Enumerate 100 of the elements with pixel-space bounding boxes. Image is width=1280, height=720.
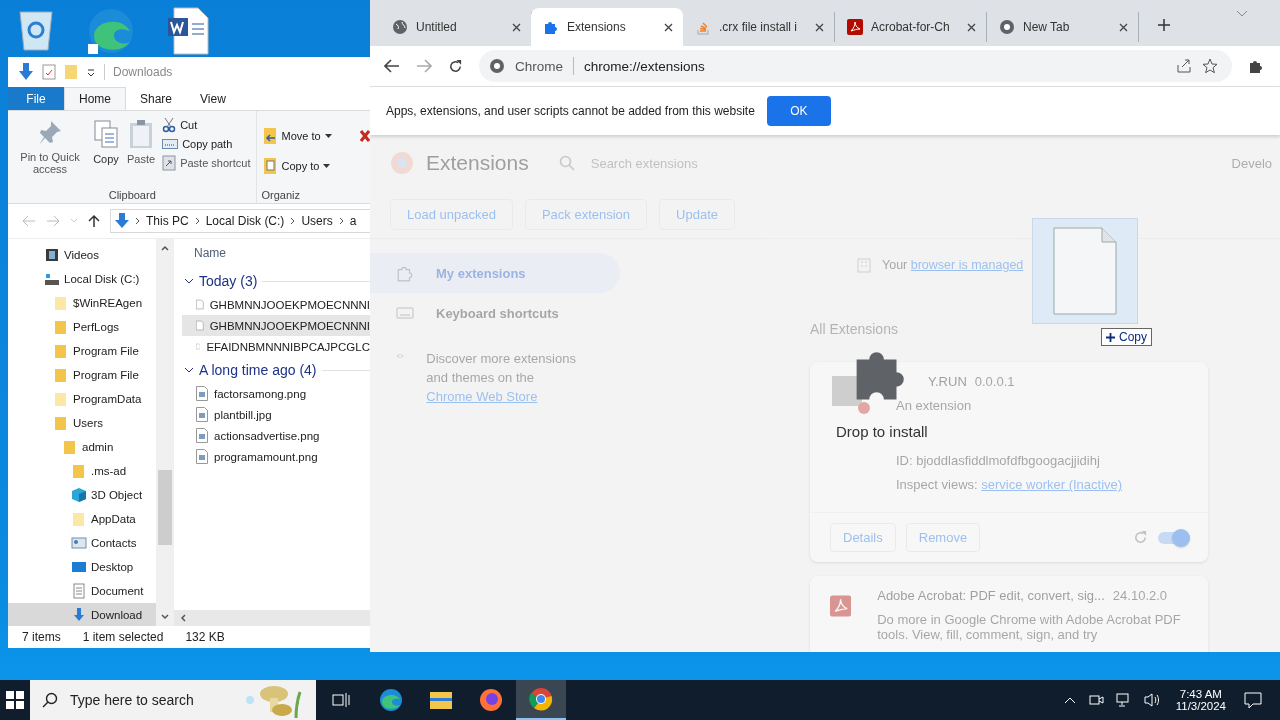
tree-item[interactable]: Program File bbox=[73, 369, 139, 381]
tree-item[interactable]: Program File bbox=[73, 345, 139, 357]
task-view-icon[interactable] bbox=[332, 692, 350, 708]
close-icon[interactable] bbox=[664, 22, 673, 32]
browser-tab[interactable]: New Tab bbox=[987, 12, 1139, 42]
new-tab-icon[interactable] bbox=[1157, 18, 1171, 32]
tree-item[interactable]: Desktop bbox=[91, 561, 134, 573]
star-icon[interactable] bbox=[1202, 58, 1218, 74]
ribbon-button[interactable]: Cut bbox=[160, 115, 253, 135]
chevron-down-icon[interactable] bbox=[184, 277, 194, 285]
browser-tab[interactable]: .crx file install i bbox=[683, 12, 835, 42]
address-bar[interactable]: Chrome chrome://extensions bbox=[479, 50, 1232, 82]
folder-icon[interactable] bbox=[429, 690, 453, 710]
file-item[interactable]: EFAIDNBMNNNIBPCAJPCGLC bbox=[182, 336, 370, 357]
puzzle-icon[interactable] bbox=[1248, 58, 1264, 74]
ok-button[interactable]: OK bbox=[766, 96, 831, 126]
chevron-right-icon[interactable] bbox=[290, 217, 296, 225]
chevron-up-icon[interactable] bbox=[1063, 696, 1076, 704]
file-icon bbox=[196, 318, 204, 333]
back-arrow-icon[interactable] bbox=[384, 59, 400, 73]
tree-item[interactable]: Videos bbox=[64, 249, 99, 261]
scrollbar[interactable] bbox=[156, 239, 173, 626]
chevron-right-icon[interactable] bbox=[194, 217, 200, 225]
scrollbar[interactable] bbox=[174, 610, 370, 626]
folder-icon bbox=[62, 439, 78, 455]
browser-tab[interactable]: Acrobat-for-Ch bbox=[835, 12, 987, 42]
item-count: 7 items bbox=[22, 630, 61, 644]
folder-icon bbox=[53, 367, 69, 383]
tree-item[interactable]: PerfLogs bbox=[73, 321, 120, 333]
tree-item[interactable]: Local Disk (C:) bbox=[64, 273, 140, 285]
tree-item[interactable]: 3D Object bbox=[91, 489, 143, 501]
breadcrumb-item[interactable]: This PC bbox=[146, 214, 189, 228]
tree-item[interactable]: ProgramData bbox=[73, 393, 142, 405]
tree-item[interactable]: admin bbox=[82, 441, 114, 453]
close-icon[interactable] bbox=[512, 22, 521, 32]
caret-icon[interactable] bbox=[86, 67, 96, 77]
delete-icon[interactable] bbox=[360, 129, 370, 143]
chevron-right-icon[interactable] bbox=[135, 217, 140, 225]
tree-item[interactable]: Download bbox=[91, 609, 143, 621]
tree-item[interactable]: $WinREAgen bbox=[73, 297, 143, 309]
column-header[interactable]: Name bbox=[182, 239, 370, 268]
scrollbar-thumb[interactable] bbox=[157, 470, 172, 545]
reload-icon[interactable] bbox=[448, 58, 463, 74]
scroll-left-icon[interactable] bbox=[180, 614, 186, 622]
download-icon[interactable] bbox=[18, 63, 34, 81]
chrome-icon[interactable] bbox=[529, 687, 553, 711]
desktop-icon bbox=[71, 559, 87, 575]
ribbon-button[interactable]: Copy path bbox=[160, 136, 253, 152]
chevron-down-icon[interactable] bbox=[184, 366, 194, 374]
file-item[interactable]: programamount.png bbox=[182, 446, 370, 467]
download-icon bbox=[115, 213, 129, 229]
close-icon[interactable] bbox=[815, 22, 824, 32]
breadcrumb-item[interactable]: a bbox=[349, 214, 357, 228]
clock-time[interactable]: 7:43 AM bbox=[1179, 688, 1222, 700]
file-item[interactable]: factorsamong.png bbox=[182, 383, 370, 404]
selection-size: 132 KB bbox=[185, 630, 225, 644]
scroll-down-icon[interactable] bbox=[160, 614, 169, 620]
address-bar[interactable]: This PC Local Disk (C:) Users a bbox=[110, 209, 370, 233]
file-icon bbox=[196, 297, 204, 312]
breadcrumb-item[interactable]: Local Disk (C:) bbox=[205, 214, 285, 228]
up-arrow-icon[interactable] bbox=[88, 214, 100, 228]
network-icon[interactable] bbox=[1115, 692, 1132, 708]
file-item[interactable]: plantbill.jpg bbox=[182, 404, 370, 425]
clock-date[interactable]: 11/3/2024 bbox=[1175, 700, 1226, 712]
move-folder-icon bbox=[263, 127, 278, 145]
tree-item[interactable]: AppData bbox=[91, 513, 136, 525]
tree-item[interactable]: Users bbox=[73, 417, 104, 429]
image-file-icon bbox=[196, 386, 208, 401]
scroll-up-icon[interactable] bbox=[160, 245, 169, 251]
speaker-icon[interactable] bbox=[1143, 692, 1162, 708]
close-icon[interactable] bbox=[1119, 22, 1128, 32]
breadcrumb-item[interactable]: Users bbox=[301, 214, 333, 228]
copy-tooltip: Copy bbox=[1101, 328, 1152, 346]
search-bar[interactable]: Type here to search bbox=[30, 680, 316, 720]
ribbon-button[interactable]: Copy to bbox=[261, 155, 334, 177]
page-title: Extensions bbox=[426, 151, 529, 175]
notification-icon[interactable] bbox=[1244, 691, 1262, 709]
ribbon-button[interactable]: Move to bbox=[261, 125, 334, 147]
file-item[interactable]: GHBMNNJOOEKPMOECNNNI bbox=[182, 315, 370, 336]
search-field[interactable]: Type here to search bbox=[68, 691, 232, 709]
file-tab[interactable]: File bbox=[8, 87, 64, 110]
properties-icon[interactable] bbox=[42, 64, 56, 80]
windows-start-icon[interactable] bbox=[6, 691, 24, 709]
ribbon-tab[interactable]: Home bbox=[64, 87, 126, 110]
edge-icon[interactable] bbox=[86, 6, 136, 56]
toggle-switch[interactable] bbox=[1158, 531, 1188, 544]
chevron-right-icon[interactable] bbox=[338, 217, 344, 225]
tree-item[interactable]: Document bbox=[91, 585, 144, 597]
close-icon[interactable] bbox=[967, 22, 976, 32]
meet-icon[interactable] bbox=[1087, 692, 1104, 708]
edge-icon[interactable] bbox=[379, 688, 403, 712]
share-icon[interactable] bbox=[1176, 58, 1192, 74]
file-item[interactable]: GHBMNNJOOEKPMOECNNNI bbox=[182, 294, 370, 315]
browser-tab[interactable]: Extensions bbox=[531, 8, 683, 46]
tree-item[interactable]: Contacts bbox=[91, 537, 137, 549]
word-document-icon[interactable] bbox=[166, 6, 210, 56]
file-item[interactable]: actionsadvertise.png bbox=[182, 425, 370, 446]
ribbon-button[interactable]: Copy bbox=[90, 115, 122, 189]
firefox-icon[interactable] bbox=[479, 688, 503, 712]
tree-item[interactable]: .ms-ad bbox=[91, 465, 127, 477]
